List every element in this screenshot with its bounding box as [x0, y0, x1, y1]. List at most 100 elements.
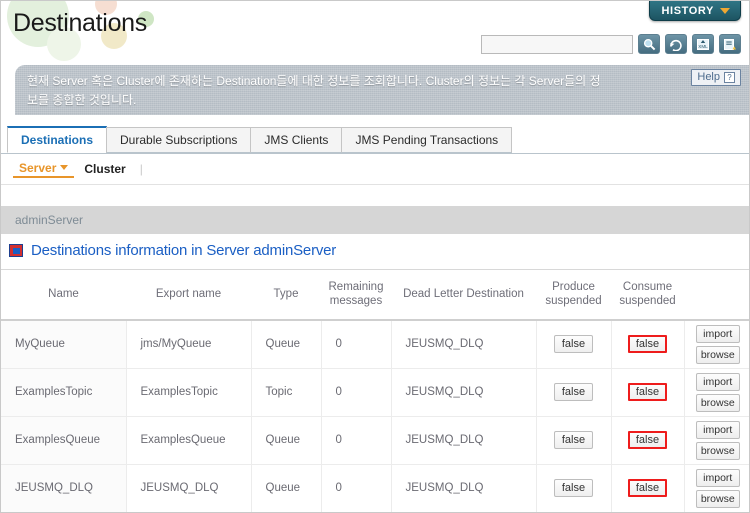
browse-button[interactable]: browse [695, 441, 740, 460]
import-button[interactable]: import [695, 324, 740, 343]
column-header-type[interactable]: Type [251, 269, 321, 321]
cell-remaining-messages: 0 [321, 319, 392, 369]
table-body: MyQueue jms/MyQueue Queue 0 JEUSMQ_DLQ f… [1, 319, 749, 512]
cell-name: ExamplesTopic [1, 367, 127, 417]
consume-suspended-button[interactable]: false [627, 335, 668, 353]
description-line-2: 보를 종합한 것입니다. [27, 93, 137, 107]
produce-suspended-button[interactable]: false [553, 431, 594, 449]
description-line-1: 현재 Server 혹은 Cluster에 존재하는 Destination들에… [27, 74, 601, 88]
browse-button[interactable]: browse [695, 345, 740, 364]
tab-destinations[interactable]: Destinations [7, 126, 108, 153]
jeus-console-window: Destinations HISTORY XML 현재 Server 혹은 Cl… [0, 0, 750, 513]
cell-export-name: JEUSMQ_DLQ [126, 463, 252, 512]
cell-name: MyQueue [1, 319, 127, 369]
search-icon[interactable] [638, 34, 660, 54]
cell-export-name: ExamplesTopic [126, 367, 252, 417]
cell-actions: import browse [684, 415, 749, 465]
table-head: Name Export name Type Remaining messages… [1, 269, 749, 321]
column-header-remaining-messages[interactable]: Remaining messages [321, 269, 391, 321]
cell-remaining-messages: 0 [321, 463, 392, 512]
server-name-label: adminServer [15, 213, 84, 227]
cell-consume-suspended: false [611, 415, 685, 465]
cell-dead-letter-destination: JEUSMQ_DLQ [391, 367, 537, 417]
tab-jms-clients[interactable]: JMS Clients [250, 127, 343, 153]
cell-actions: import browse [684, 319, 749, 369]
browse-button[interactable]: browse [695, 393, 740, 412]
tab-label: Durable Subscriptions [120, 133, 238, 147]
cell-type: Queue [251, 463, 322, 512]
section-header: Destinations information in Server admin… [1, 242, 749, 259]
cell-dead-letter-destination: JEUSMQ_DLQ [391, 463, 537, 512]
tab-bar: Destinations Durable Subscriptions JMS C… [1, 126, 749, 154]
column-header-name[interactable]: Name [1, 269, 126, 321]
cell-produce-suspended: false [536, 463, 612, 512]
cell-produce-suspended: false [536, 319, 612, 369]
produce-suspended-button[interactable]: false [553, 383, 594, 401]
cell-consume-suspended: false [611, 367, 685, 417]
import-button[interactable]: import [695, 468, 740, 487]
cell-remaining-messages: 0 [321, 415, 392, 465]
produce-suspended-button[interactable]: false [553, 335, 594, 353]
subnav-separator: | [139, 162, 143, 176]
subnav-item-label: Server [19, 160, 57, 175]
table-header-row: Name Export name Type Remaining messages… [1, 269, 749, 321]
cell-consume-suspended: false [611, 463, 685, 512]
tab-durable-subscriptions[interactable]: Durable Subscriptions [106, 127, 252, 153]
destinations-icon [9, 244, 23, 257]
produce-suspended-button[interactable]: false [553, 479, 594, 497]
import-button[interactable]: import [695, 420, 740, 439]
cell-remaining-messages: 0 [321, 367, 392, 417]
table-row: JEUSMQ_DLQ JEUSMQ_DLQ Queue 0 JEUSMQ_DLQ… [1, 463, 749, 512]
column-header-export-name[interactable]: Export name [126, 269, 251, 321]
export-excel-icon[interactable] [719, 34, 741, 54]
server-selector-bar[interactable]: adminServer [1, 206, 749, 234]
cell-dead-letter-destination: JEUSMQ_DLQ [391, 415, 537, 465]
cell-type: Queue [251, 319, 322, 369]
column-header-actions [684, 269, 749, 321]
subnav-item-cluster[interactable]: Cluster [78, 162, 131, 176]
caret-down-icon [60, 165, 69, 170]
column-header-consume-suspended[interactable]: Consume suspended [611, 269, 684, 321]
browse-button[interactable]: browse [695, 489, 740, 508]
page-title: Destinations [13, 9, 147, 37]
title-band: Destinations HISTORY XML [1, 1, 749, 61]
table-row: MyQueue jms/MyQueue Queue 0 JEUSMQ_DLQ f… [1, 319, 749, 369]
subnav-item-server[interactable]: Server [13, 160, 75, 178]
tab-label: Destinations [21, 133, 94, 147]
table-row: ExamplesQueue ExamplesQueue Queue 0 JEUS… [1, 415, 749, 465]
help-button-label: Help [697, 71, 720, 83]
cell-type: Topic [251, 367, 322, 417]
refresh-icon[interactable] [665, 34, 687, 54]
cell-export-name: jms/MyQueue [126, 319, 252, 369]
cell-name: ExamplesQueue [1, 415, 127, 465]
tab-label: JMS Pending Transactions [355, 133, 499, 147]
cell-produce-suspended: false [536, 415, 612, 465]
cell-actions: import browse [684, 463, 749, 512]
cell-type: Queue [251, 415, 322, 465]
cell-dead-letter-destination: JEUSMQ_DLQ [391, 319, 537, 369]
export-xml-icon[interactable]: XML [692, 34, 714, 54]
cell-name: JEUSMQ_DLQ [1, 463, 127, 512]
sub-navigation: Server Cluster | [1, 154, 749, 185]
question-mark-icon: ? [724, 72, 735, 83]
cell-produce-suspended: false [536, 367, 612, 417]
cell-export-name: ExamplesQueue [126, 415, 252, 465]
section-title-text: Destinations information in Server admin… [31, 242, 337, 259]
column-header-dead-letter-destination[interactable]: Dead Letter Destination [391, 269, 536, 321]
consume-suspended-button[interactable]: false [627, 383, 668, 401]
destinations-table: Name Export name Type Remaining messages… [1, 269, 749, 512]
tab-label: JMS Clients [264, 133, 329, 147]
help-button[interactable]: Help ? [691, 69, 741, 86]
search-input[interactable] [481, 34, 633, 54]
column-header-produce-suspended[interactable]: Produce suspended [536, 269, 611, 321]
consume-suspended-button[interactable]: false [627, 479, 668, 497]
consume-suspended-button[interactable]: false [627, 431, 668, 449]
history-button[interactable]: HISTORY [648, 1, 741, 21]
tab-jms-pending-transactions[interactable]: JMS Pending Transactions [341, 127, 513, 153]
destinations-table-wrapper: Name Export name Type Remaining messages… [1, 269, 749, 512]
toolbar: XML [481, 34, 741, 54]
import-button[interactable]: import [695, 372, 740, 391]
history-button-label: HISTORY [661, 4, 714, 17]
cell-consume-suspended: false [611, 319, 685, 369]
subnav-item-label: Cluster [84, 162, 126, 176]
